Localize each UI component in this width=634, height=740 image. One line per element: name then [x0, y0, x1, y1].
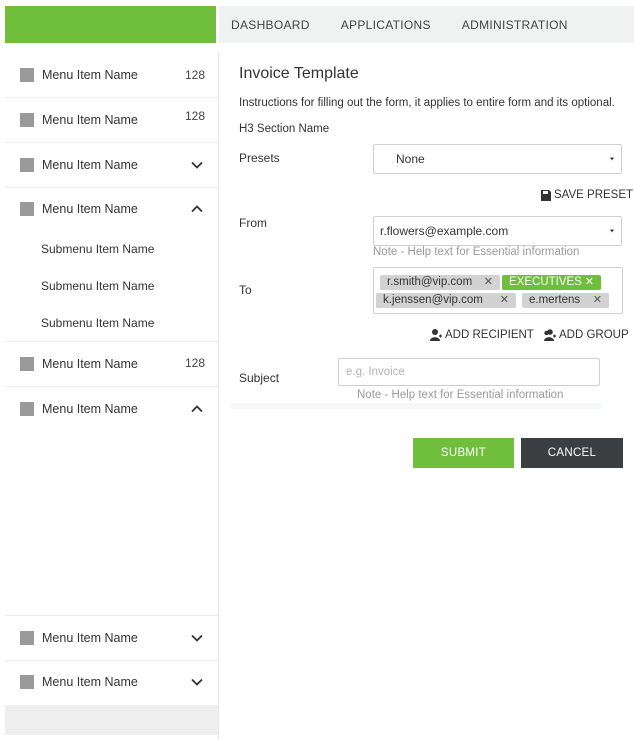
sidebar-item-label: Menu Item Name [42, 631, 138, 645]
sidebar-item-label: Menu Item Name [42, 68, 138, 82]
sidebar-item-label: Menu Item Name [42, 202, 138, 216]
sidebar-item-6[interactable]: Menu Item Name [5, 387, 218, 431]
presets-label: Presets [239, 151, 280, 165]
tag-label: k.jenssen@vip.com [383, 294, 483, 306]
chevron-up-icon[interactable] [190, 402, 204, 416]
remove-tag-icon[interactable]: ✕ [585, 275, 594, 290]
sidebar-item-5[interactable]: Menu Item Name 128 [5, 342, 218, 387]
chevron-down-icon[interactable] [190, 158, 204, 172]
subject-input[interactable] [338, 358, 600, 386]
sidebar-item-7[interactable]: Menu Item Name [5, 615, 218, 661]
sidebar-item-1[interactable]: Menu Item Name 128 [5, 53, 218, 98]
recipient-tag[interactable]: k.jenssen@vip.com ✕ [376, 293, 516, 308]
menu-item-icon [20, 68, 34, 82]
submenu-item-3[interactable]: Submenu Item Name [5, 304, 218, 342]
submit-button[interactable]: SUBMIT [413, 438, 514, 468]
sidebar-item-label: Menu Item Name [42, 357, 138, 371]
recipient-tag[interactable]: r.smith@vip.com ✕ [380, 275, 500, 290]
remove-tag-icon[interactable]: ✕ [484, 275, 493, 290]
sidebar-item-label: Menu Item Name [42, 113, 138, 127]
sidebar-item-label: Menu Item Name [42, 402, 138, 416]
form-instructions: Instructions for filling out the form, i… [239, 97, 615, 109]
caret-down-icon [610, 157, 614, 161]
divider [231, 403, 601, 409]
from-help-text: Note - Help text for Essential informati… [373, 246, 580, 258]
sidebar-item-8[interactable]: Menu Item Name [5, 660, 218, 704]
save-preset-label: SAVE PRESET [554, 189, 634, 201]
tag-label: EXECUTIVES [509, 276, 582, 288]
submenu-item-1[interactable]: Submenu Item Name [5, 230, 218, 267]
sidebar-item-3[interactable]: Menu Item Name [5, 143, 218, 188]
sidebar-item-count: 128 [184, 355, 205, 370]
submenu-item-label: Submenu Item Name [41, 278, 155, 293]
menu-item-icon [20, 202, 34, 216]
submenu-item-2[interactable]: Submenu Item Name [5, 267, 218, 304]
sidebar-item-2[interactable]: Menu Item Name 128 [5, 98, 218, 143]
recipients-field[interactable]: r.smith@vip.com ✕ EXECUTIVES ✕ k.jenssen… [373, 267, 623, 314]
add-group-icon [544, 329, 556, 341]
group-tag[interactable]: EXECUTIVES ✕ [502, 275, 601, 290]
menu-item-icon [20, 357, 34, 371]
submenu-item-label: Submenu Item Name [41, 315, 155, 330]
save-preset-button[interactable]: SAVE PRESET [541, 189, 633, 201]
main-content: Invoice Template Instructions for fillin… [219, 53, 634, 740]
sidebar-item-label: Menu Item Name [42, 675, 138, 689]
add-group-label: ADD GROUP [559, 328, 629, 341]
nav-dashboard[interactable]: DASHBOARD [231, 18, 310, 32]
from-label: From [239, 216, 267, 230]
from-select[interactable]: r.flowers@example.com [373, 216, 622, 246]
add-user-icon [430, 329, 442, 341]
add-recipient-label: ADD RECIPIENT [445, 328, 534, 341]
add-recipient-button[interactable]: ADD RECIPIENT [430, 328, 534, 341]
cancel-button[interactable]: CANCEL [521, 438, 623, 468]
sidebar-item-4[interactable]: Menu Item Name [5, 187, 218, 231]
sidebar-item-count: 128 [184, 68, 205, 82]
brand-bar [5, 6, 216, 43]
chevron-down-icon[interactable] [190, 675, 204, 689]
menu-item-icon [20, 158, 34, 172]
nav-applications[interactable]: APPLICATIONS [341, 18, 431, 32]
sidebar-item-count: 128 [184, 109, 205, 123]
top-navigation: DASHBOARD APPLICATIONS ADMINISTRATION [219, 6, 634, 43]
add-group-button[interactable]: ADD GROUP [543, 328, 629, 341]
remove-tag-icon[interactable]: ✕ [593, 293, 602, 308]
menu-item-icon [20, 675, 34, 689]
save-icon [541, 189, 551, 201]
tag-label: r.smith@vip.com [387, 276, 473, 288]
chevron-up-icon[interactable] [190, 202, 204, 216]
recipient-tag[interactable]: e.mertens ✕ [522, 293, 609, 308]
remove-tag-icon[interactable]: ✕ [500, 293, 509, 308]
nav-administration[interactable]: ADMINISTRATION [462, 18, 568, 32]
sidebar: Menu Item Name 128 Menu Item Name 128 Me… [5, 53, 219, 740]
caret-down-icon [610, 229, 614, 233]
submenu-item-label: Submenu Item Name [41, 241, 155, 256]
subject-label: Subject [239, 371, 280, 385]
presets-value: None [396, 152, 425, 166]
subject-help-text: Note - Help text for Essential informati… [357, 389, 564, 401]
menu-item-icon [20, 631, 34, 645]
sidebar-item-label: Menu Item Name [42, 158, 138, 172]
sidebar-footer [5, 705, 218, 735]
section-heading: H3 Section Name [239, 123, 330, 135]
tag-label: e.mertens [529, 294, 581, 306]
page-title: Invoice Template [239, 65, 359, 82]
menu-item-icon [20, 113, 34, 127]
menu-item-icon [20, 402, 34, 416]
from-value: r.flowers@example.com [380, 224, 509, 238]
chevron-down-icon[interactable] [190, 631, 204, 645]
to-label: To [239, 283, 252, 297]
presets-select[interactable]: None [373, 144, 622, 174]
